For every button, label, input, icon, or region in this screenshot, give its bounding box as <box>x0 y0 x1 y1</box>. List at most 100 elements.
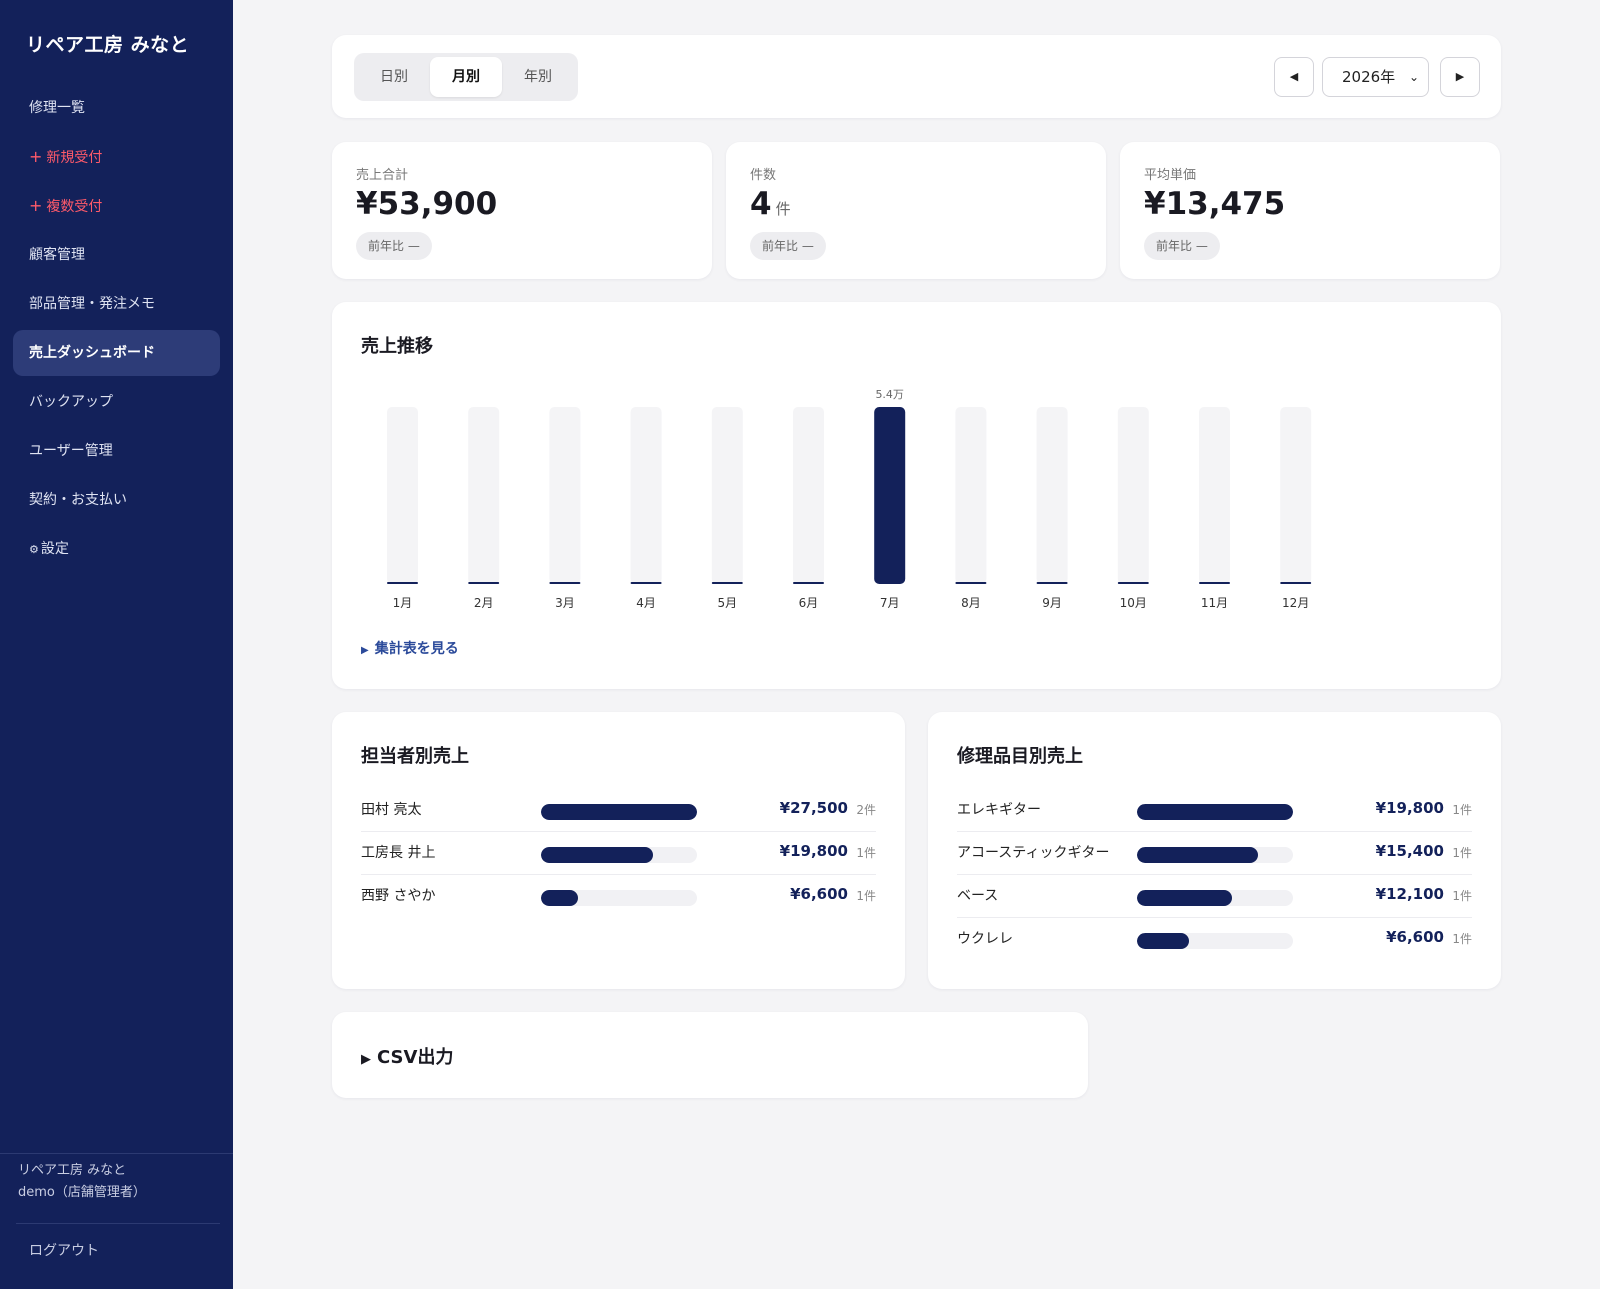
csv-export-label: CSV出力 <box>377 1047 454 1068</box>
summary-table-toggle[interactable]: ▶ 集計表を見る <box>361 638 459 658</box>
caret-left-icon: ◀ <box>1289 70 1299 83</box>
next-year-button[interactable]: ▶ <box>1440 57 1480 97</box>
sidebar-item-multi-reception[interactable]: + 複数受付 <box>13 183 220 229</box>
bar-fill <box>1137 804 1293 820</box>
sidebar-item-label: 部品管理・発注メモ <box>29 296 155 312</box>
staff-count: 1件 <box>856 889 876 903</box>
bar-fill <box>1137 847 1259 863</box>
kpi-number: ¥13,475 <box>1144 186 1286 222</box>
sidebar-item-label: ユーザー管理 <box>29 443 113 459</box>
bar-track <box>1117 407 1149 584</box>
bar-12 <box>1280 582 1312 584</box>
period-toolbar: 日別 月別 年別 ◀ 2026年 ⌄ ▶ <box>332 35 1501 118</box>
bar-track <box>630 407 662 584</box>
item-amount: ¥19,800 <box>1375 799 1444 817</box>
bar-track <box>1137 890 1293 906</box>
bar-fill <box>1137 890 1233 906</box>
sidebar-item-label: 売上ダッシュボード <box>29 345 155 361</box>
staff-row: 田村 亮太 ¥27,500 2件 <box>361 789 876 832</box>
sidebar-item-users[interactable]: ユーザー管理 <box>13 428 220 474</box>
tab-monthly[interactable]: 月別 <box>430 57 502 97</box>
staff-amount: ¥27,500 <box>779 799 848 817</box>
sidebar-item-settings[interactable]: ⚙ 設定 <box>13 526 220 572</box>
bar-fill <box>541 804 697 820</box>
sidebar-item-sales-dashboard[interactable]: 売上ダッシュボード <box>13 330 220 376</box>
kpi-value: 4件 <box>750 186 791 222</box>
bar-fill <box>541 890 579 906</box>
bar-3 <box>549 582 581 584</box>
year-select[interactable]: 2026年 ⌄ <box>1322 57 1429 97</box>
kpi-card-count: 件数 4件 前年比 — <box>726 142 1106 279</box>
bar-6 <box>793 582 824 584</box>
tab-daily[interactable]: 日別 <box>358 57 430 97</box>
year-select-value: 2026年 <box>1342 68 1396 86</box>
staff-sales-title: 担当者別売上 <box>361 746 469 767</box>
logout-button[interactable]: ログアウト <box>29 1240 99 1260</box>
sidebar: リペア工房 みなと 修理一覧 + 新規受付 + 複数受付 顧客管理 部品管理・発注メ… <box>0 0 233 1289</box>
staff-amount: ¥6,600 <box>790 885 848 903</box>
sidebar-item-backup[interactable]: バックアップ <box>13 379 220 425</box>
tick-label: 1月 <box>393 596 413 610</box>
sidebar-item-label: 新規受付 <box>46 150 103 166</box>
item-name: ウクレレ <box>957 931 1013 947</box>
tick-label: 8月 <box>961 596 981 610</box>
kpi-label: 件数 <box>750 168 777 183</box>
sidebar-divider <box>0 1153 233 1154</box>
sidebar-item-label: 修理一覧 <box>29 100 85 116</box>
tab-yearly[interactable]: 年別 <box>502 57 574 97</box>
item-count: 1件 <box>1452 932 1472 946</box>
shop-name: リペア工房 みなと <box>18 1163 127 1178</box>
prev-year-button[interactable]: ◀ <box>1274 57 1314 97</box>
gear-icon: ⚙ <box>29 543 39 556</box>
item-amount: ¥6,600 <box>1386 928 1444 946</box>
sidebar-item-repair-list[interactable]: 修理一覧 <box>13 85 220 131</box>
item-name: ベース <box>957 888 999 904</box>
bar-fill <box>1137 933 1189 949</box>
plus-icon: + <box>29 196 43 215</box>
caret-right-icon: ▶ <box>1455 70 1465 83</box>
sidebar-item-label: 顧客管理 <box>29 247 85 263</box>
item-row: ベース ¥12,100 1件 <box>957 875 1472 918</box>
sidebar-item-new-reception[interactable]: + 新規受付 <box>13 134 220 180</box>
bar-track <box>1199 407 1230 584</box>
csv-export-toggle[interactable]: ▶ CSV出力 <box>361 1043 453 1069</box>
sidebar-item-billing[interactable]: 契約・お支払い <box>13 477 220 523</box>
summary-link-label: 集計表を見る <box>374 641 459 657</box>
data-label: 5.4万 <box>875 388 904 401</box>
bar-2 <box>468 582 500 584</box>
sidebar-item-label: バックアップ <box>29 394 113 410</box>
sidebar-item-parts[interactable]: 部品管理・発注メモ <box>13 281 220 327</box>
bar-track <box>541 804 697 820</box>
tick-label: 2月 <box>474 596 494 610</box>
bar-track <box>541 847 697 863</box>
kpi-card-average-price: 平均単価 ¥13,475 前年比 — <box>1120 142 1500 279</box>
item-row: アコースティックギター ¥15,400 1件 <box>957 832 1472 875</box>
staff-amount: ¥19,800 <box>779 842 848 860</box>
bar-8 <box>955 582 987 584</box>
brand-title: リペア工房 みなと <box>26 34 190 56</box>
bar-track <box>1280 407 1312 584</box>
bar-track <box>549 407 581 584</box>
staff-count: 2件 <box>856 803 876 817</box>
item-row: エレキギター ¥19,800 1件 <box>957 789 1472 832</box>
staff-name: 西野 さやか <box>361 888 436 904</box>
csv-export-section[interactable]: ▶ CSV出力 <box>332 1012 1088 1098</box>
sidebar-item-label: 契約・お支払い <box>29 492 127 508</box>
disclosure-triangle-icon: ▶ <box>361 645 369 656</box>
bar-track <box>955 407 987 584</box>
user-info: リペア工房 みなと demo（店舗管理者） <box>18 1160 146 1204</box>
tick-label: 7月 <box>880 596 900 610</box>
tick-label: 6月 <box>799 596 819 610</box>
tick-label: 11月 <box>1201 596 1228 610</box>
kpi-number: 4 <box>750 186 772 222</box>
sidebar-divider <box>16 1223 220 1224</box>
sidebar-item-customers[interactable]: 顧客管理 <box>13 232 220 278</box>
staff-count: 1件 <box>856 846 876 860</box>
kpi-card-total-sales: 売上合計 ¥53,900 前年比 — <box>332 142 712 279</box>
tick-label: 3月 <box>555 596 575 610</box>
item-count: 1件 <box>1452 803 1472 817</box>
sales-trend-chart: 1月 2月 3月 4月 5月 6月 7月 5.4万 8月 9月 10月 11月 12月 <box>387 388 1312 610</box>
item-sales-title: 修理品目別売上 <box>957 746 1083 767</box>
bar-track <box>468 407 500 584</box>
staff-name: 田村 亮太 <box>361 802 422 818</box>
